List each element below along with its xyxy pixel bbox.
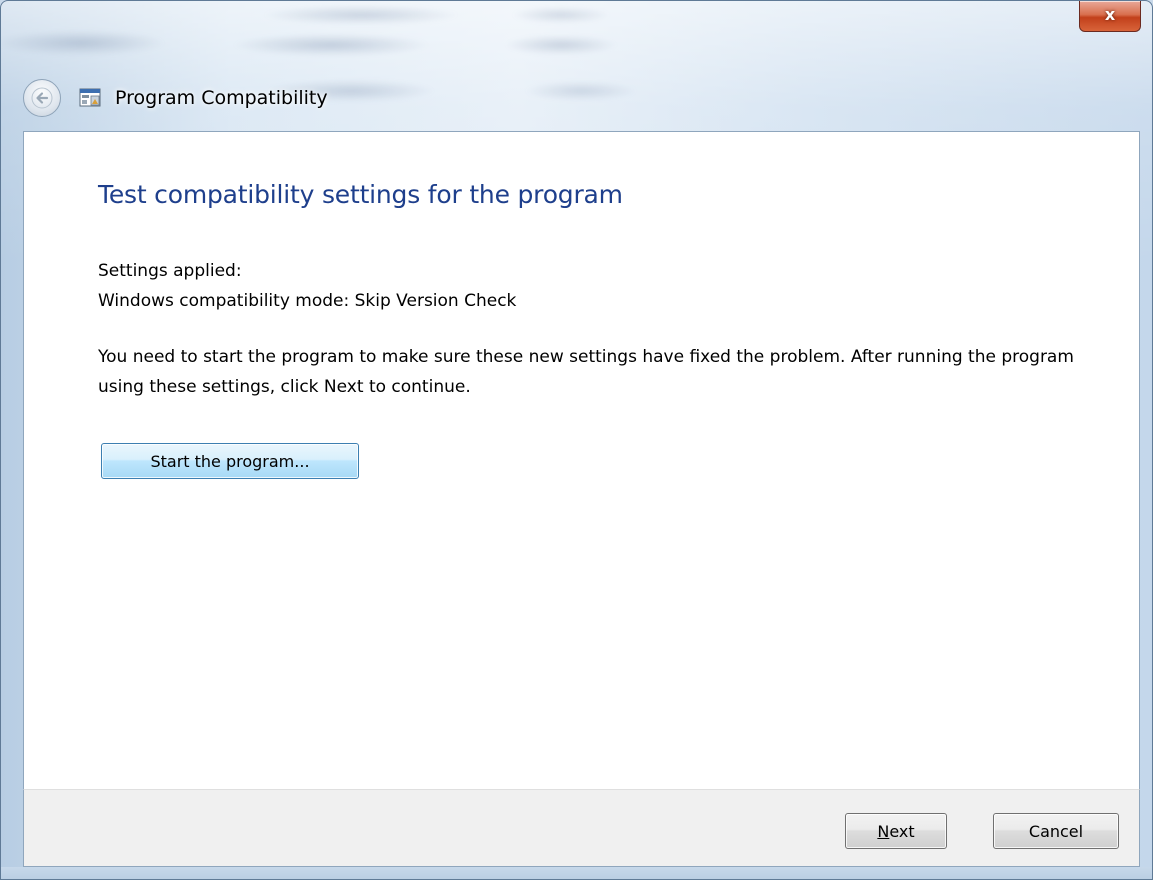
back-arrow-icon: [31, 87, 53, 109]
content-panel: Test compatibility settings for the prog…: [23, 131, 1140, 789]
program-compatibility-window: x Program Compatibility Test compatibili…: [0, 0, 1153, 880]
instruction-text: You need to start the program to make su…: [98, 347, 1074, 397]
next-accelerator-key: N: [877, 821, 890, 841]
back-button[interactable]: [23, 79, 61, 117]
dialog-footer: Next Cancel: [23, 789, 1140, 867]
next-button[interactable]: Next: [845, 813, 947, 849]
settings-applied-block: Settings applied: Windows compatibility …: [98, 256, 516, 316]
settings-applied-label: Settings applied:: [98, 261, 242, 281]
page-heading: Test compatibility settings for the prog…: [98, 180, 623, 209]
window-title: Program Compatibility: [115, 87, 328, 109]
program-compatibility-icon: [79, 88, 101, 107]
cancel-button[interactable]: Cancel: [993, 813, 1119, 849]
close-icon: x: [1104, 5, 1116, 24]
close-button[interactable]: x: [1079, 1, 1141, 32]
start-program-button[interactable]: Start the program...: [101, 443, 359, 479]
navigation-bar: Program Compatibility: [23, 77, 328, 119]
settings-applied-value: Windows compatibility mode: Skip Version…: [98, 291, 517, 311]
window-bottom-frame: [1, 867, 1152, 879]
next-label-rest: ext: [889, 821, 915, 841]
